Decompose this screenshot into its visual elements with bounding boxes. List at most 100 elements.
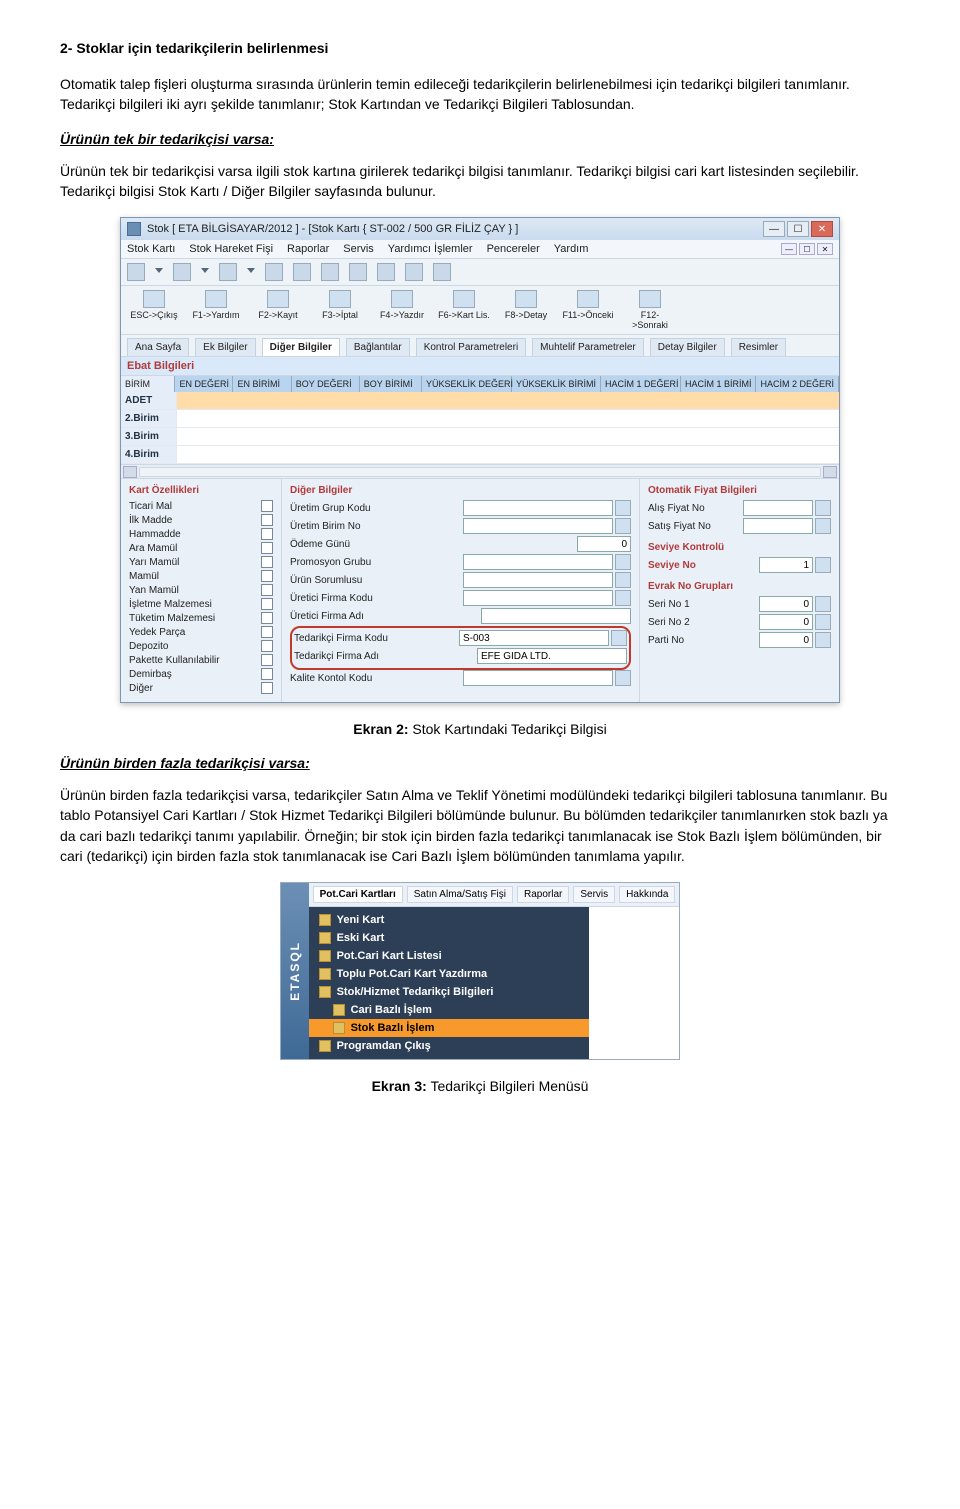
input[interactable] [743, 518, 813, 534]
menu-item[interactable]: Eski Kart [309, 929, 589, 947]
checkbox[interactable] [261, 514, 273, 526]
input[interactable] [743, 500, 813, 516]
toolbar-icon[interactable] [433, 263, 451, 281]
lookup-icon[interactable] [815, 596, 831, 612]
checkbox[interactable] [261, 626, 273, 638]
mdi-close-icon[interactable]: ✕ [817, 243, 833, 255]
scroll-left-icon[interactable] [123, 466, 137, 478]
menu-item[interactable]: Raporlar [287, 243, 329, 255]
lookup-icon[interactable] [615, 572, 631, 588]
fn-button[interactable]: F12->Sonraki [623, 290, 677, 330]
lookup-icon[interactable] [611, 630, 627, 646]
toolbar-icon[interactable] [293, 263, 311, 281]
tab[interactable]: Ana Sayfa [127, 338, 189, 356]
fn-button[interactable]: F6->Kart Lis. [437, 290, 491, 330]
menu-item[interactable]: Stok Bazlı İşlem [309, 1019, 589, 1037]
input[interactable] [759, 632, 813, 648]
checkbox[interactable] [261, 584, 273, 596]
mdi-min-icon[interactable]: — [781, 243, 797, 255]
lookup-icon[interactable] [615, 518, 631, 534]
menu-item[interactable]: Yeni Kart [309, 911, 589, 929]
menu-item[interactable]: Stok Kartı [127, 243, 175, 255]
menu-item[interactable]: Pencereler [487, 243, 540, 255]
checkbox[interactable] [261, 682, 273, 694]
input[interactable] [463, 670, 613, 686]
checkbox[interactable] [261, 500, 273, 512]
fn-button[interactable]: F11->Önceki [561, 290, 615, 330]
toolbar-icon[interactable] [321, 263, 339, 281]
module-tab[interactable]: Hakkında [619, 886, 675, 903]
module-tab[interactable]: Satın Alma/Satış Fişi [407, 886, 513, 903]
input[interactable] [463, 572, 613, 588]
checkbox[interactable] [261, 556, 273, 568]
input[interactable] [759, 557, 813, 573]
module-tab[interactable]: Raporlar [517, 886, 569, 903]
toolbar-icon[interactable] [127, 263, 145, 281]
menu-item[interactable]: Stok Hareket Fişi [189, 243, 273, 255]
input[interactable] [463, 518, 613, 534]
menu-item[interactable]: Cari Bazlı İşlem [309, 1001, 589, 1019]
grid-row[interactable]: ADET [121, 392, 839, 410]
input[interactable] [759, 596, 813, 612]
toolbar-icon[interactable] [173, 263, 191, 281]
checkbox[interactable] [261, 640, 273, 652]
menu-item[interactable]: Toplu Pot.Cari Kart Yazdırma [309, 965, 589, 983]
tab-active[interactable]: Diğer Bilgiler [262, 338, 340, 356]
checkbox[interactable] [261, 542, 273, 554]
lookup-icon[interactable] [615, 500, 631, 516]
toolbar-icon[interactable] [219, 263, 237, 281]
fn-button[interactable]: F8->Detay [499, 290, 553, 330]
fn-button[interactable]: F4->Yazdır [375, 290, 429, 330]
lookup-icon[interactable] [615, 590, 631, 606]
checkbox[interactable] [261, 654, 273, 666]
lookup-icon[interactable] [615, 554, 631, 570]
tab[interactable]: Bağlantılar [346, 338, 410, 356]
dropdown-icon[interactable] [201, 268, 209, 276]
menu-item[interactable]: Yardım [554, 243, 589, 255]
dropdown-icon[interactable] [247, 268, 255, 276]
lookup-icon[interactable] [815, 557, 831, 573]
toolbar-icon[interactable] [349, 263, 367, 281]
maximize-button[interactable]: ☐ [787, 221, 809, 237]
menu-item[interactable]: Yardımcı İşlemler [388, 243, 473, 255]
tab[interactable]: Muhtelif Parametreler [532, 338, 644, 356]
dropdown-icon[interactable] [155, 268, 163, 276]
lookup-icon[interactable] [815, 500, 831, 516]
fn-button[interactable]: F2->Kayıt [251, 290, 305, 330]
toolbar-icon[interactable] [377, 263, 395, 281]
menu-item[interactable]: Pot.Cari Kart Listesi [309, 947, 589, 965]
tab[interactable]: Ek Bilgiler [195, 338, 255, 356]
mdi-max-icon[interactable]: ☐ [799, 243, 815, 255]
scroll-track[interactable] [139, 467, 821, 477]
minimize-button[interactable]: — [763, 221, 785, 237]
checkbox[interactable] [261, 528, 273, 540]
grid-row[interactable]: 3.Birim [121, 428, 839, 446]
module-tab[interactable]: Servis [573, 886, 615, 903]
menu-item[interactable]: Programdan Çıkış [309, 1037, 589, 1055]
grid-row[interactable]: 2.Birim [121, 410, 839, 428]
lookup-icon[interactable] [815, 632, 831, 648]
lookup-icon[interactable] [815, 518, 831, 534]
lookup-icon[interactable] [615, 670, 631, 686]
input[interactable] [463, 590, 613, 606]
fn-button[interactable]: ESC->Çıkış [127, 290, 181, 330]
close-button[interactable]: ✕ [811, 221, 833, 237]
fn-button[interactable]: F3->İptal [313, 290, 367, 330]
tab[interactable]: Kontrol Parametreleri [416, 338, 526, 356]
scroll-right-icon[interactable] [823, 466, 837, 478]
scrollbar[interactable] [121, 464, 839, 478]
menu-item[interactable]: Stok/Hizmet Tedarikçi Bilgileri [309, 983, 589, 1001]
toolbar-icon[interactable] [405, 263, 423, 281]
grid-row[interactable]: 4.Birim [121, 446, 839, 464]
checkbox[interactable] [261, 612, 273, 624]
input[interactable] [463, 500, 613, 516]
tedarikci-adi-input[interactable] [477, 648, 627, 664]
tab[interactable]: Resimler [731, 338, 786, 356]
lookup-icon[interactable] [815, 614, 831, 630]
input[interactable] [481, 608, 631, 624]
fn-button[interactable]: F1->Yardım [189, 290, 243, 330]
checkbox[interactable] [261, 668, 273, 680]
input[interactable] [463, 554, 613, 570]
checkbox[interactable] [261, 598, 273, 610]
input[interactable] [759, 614, 813, 630]
